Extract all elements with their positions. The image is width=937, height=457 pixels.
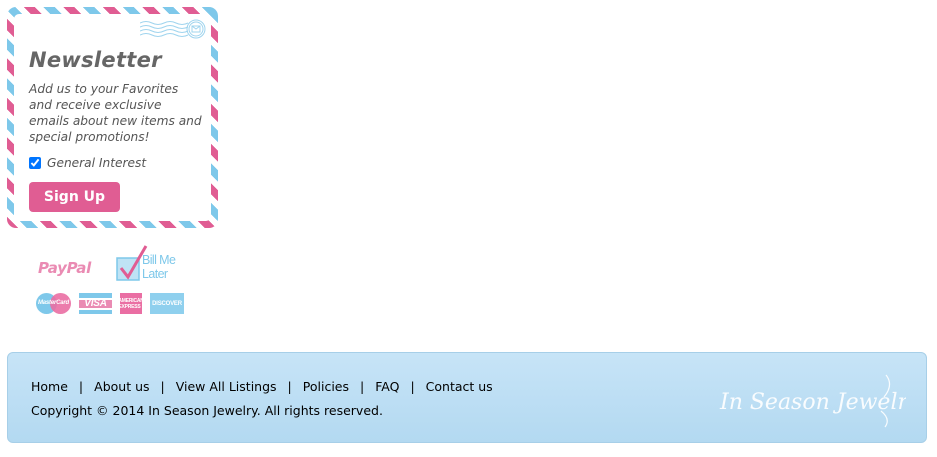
paypal-logo: PayPal — [38, 259, 91, 277]
general-interest-checkbox[interactable] — [29, 157, 41, 169]
visa-logo: VISA — [79, 293, 112, 314]
newsletter-card-inner: Newsletter Add us to your Favorites and … — [14, 14, 211, 221]
general-interest-label: General Interest — [47, 156, 147, 170]
later-text: Later — [142, 267, 168, 281]
mastercard-logo: MasterCard — [36, 293, 71, 314]
discover-logo: DISCOVER — [150, 293, 184, 314]
footer-link-home[interactable]: Home — [31, 379, 68, 394]
newsletter-card: Newsletter Add us to your Favorites and … — [7, 7, 218, 228]
in-season-jewelry-logo: In Season Jewelry — [719, 374, 906, 428]
amex-logo: AMERICAN EXPRESS — [120, 293, 142, 314]
footer-link-policies[interactable]: Policies — [303, 379, 349, 394]
nav-separator: | — [360, 379, 365, 394]
footer-link-view-all-listings[interactable]: View All Listings — [176, 379, 277, 394]
newsletter-description: Add us to your Favorites and receive exc… — [29, 82, 202, 144]
nav-separator: | — [78, 379, 84, 394]
nav-separator: | — [287, 379, 292, 394]
svg-text:In Season Jewelry: In Season Jewelry — [719, 390, 906, 415]
footer: Home | About us | View All Listings | Po… — [7, 352, 927, 443]
general-interest-option[interactable]: General Interest — [29, 156, 146, 170]
footer-link-faq[interactable]: FAQ — [375, 379, 399, 394]
nav-separator: | — [410, 379, 415, 394]
copyright-text: Copyright © 2014 In Season Jewelry. All … — [31, 403, 383, 418]
postmark-icon — [140, 19, 206, 39]
nav-separator: | — [160, 379, 165, 394]
bill-me-text: Bill Me — [142, 253, 176, 267]
newsletter-title: Newsletter — [29, 48, 162, 72]
footer-link-contact-us[interactable]: Contact us — [426, 379, 493, 394]
footer-link-about-us[interactable]: About us — [94, 379, 149, 394]
footer-nav: Home | About us | View All Listings | Po… — [31, 379, 493, 394]
sign-up-button[interactable]: Sign Up — [29, 182, 120, 212]
bill-me-later-logo: Bill Me Later — [116, 245, 188, 285]
